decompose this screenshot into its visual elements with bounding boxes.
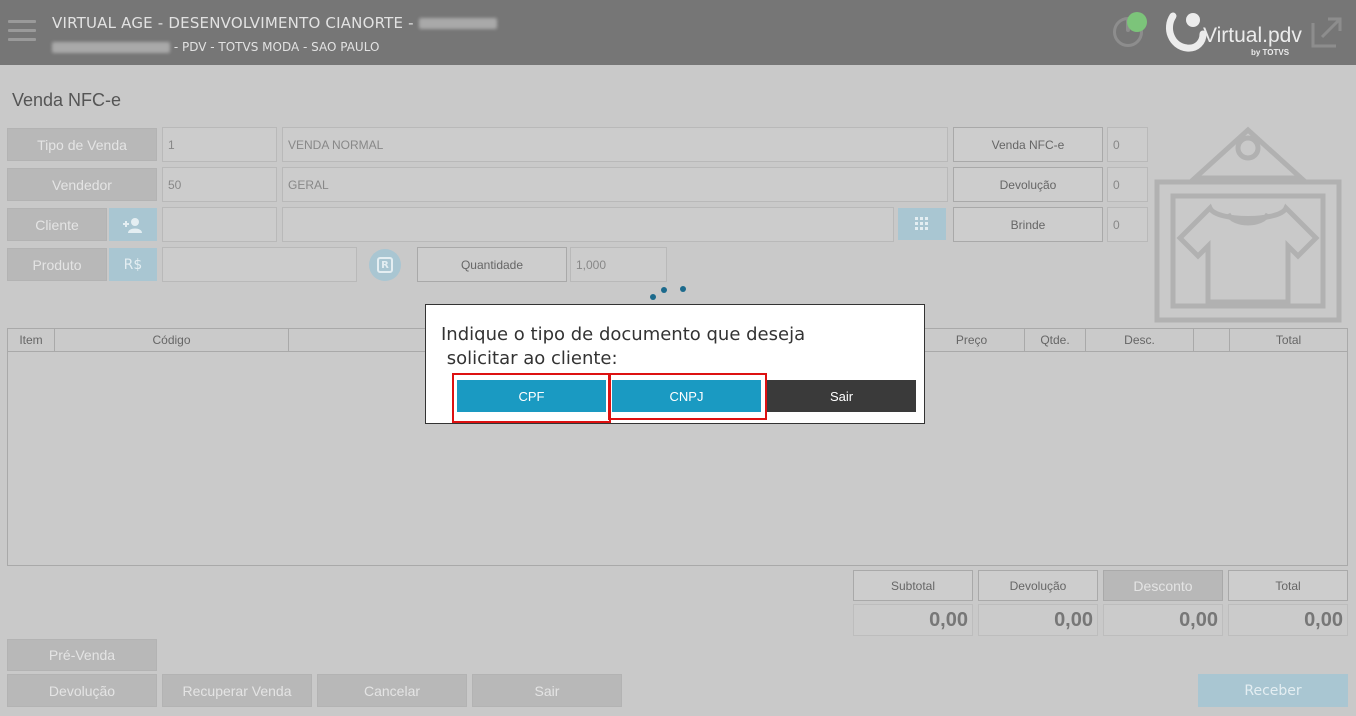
tipo-venda-button[interactable]: Tipo de Venda xyxy=(7,128,157,161)
header-subtitle-text: - PDV - TOTVS MODA - SAO PAULO xyxy=(173,40,380,54)
spinner-dot xyxy=(661,287,667,293)
subtotal-label: Subtotal xyxy=(853,570,973,601)
dialog-sair-button[interactable]: Sair xyxy=(767,380,916,412)
col-blank[interactable] xyxy=(1194,329,1230,351)
venda-nfce-count: 0 xyxy=(1107,127,1148,162)
col-desc[interactable]: Desc. xyxy=(1086,329,1194,351)
logo-by-text: by TOTVS xyxy=(1251,48,1290,57)
devolucao-button[interactable]: Devolução xyxy=(7,674,157,707)
devolucao-total-value: 0,00 xyxy=(978,604,1098,636)
quantidade-field[interactable]: 1,000 xyxy=(570,247,667,282)
add-client-button[interactable] xyxy=(109,208,157,241)
page-title: Venda NFC-e xyxy=(12,90,122,110)
col-item[interactable]: Item xyxy=(8,329,55,351)
spinner-dot xyxy=(680,286,686,292)
cliente-code-field[interactable] xyxy=(162,207,277,242)
produto-button[interactable]: Produto xyxy=(7,248,107,281)
vendedor-desc-field: GERAL xyxy=(282,167,948,202)
pre-venda-button[interactable]: Pré-Venda xyxy=(7,639,157,671)
cliente-button[interactable]: Cliente xyxy=(7,208,107,241)
document-type-dialog: Indique o tipo de documento que deseja s… xyxy=(425,304,925,424)
expand-icon[interactable] xyxy=(1310,15,1344,49)
devolucao-label: Devolução xyxy=(953,167,1103,202)
col-qtde[interactable]: Qtde. xyxy=(1025,329,1086,351)
dialog-message: Indique o tipo de documento que deseja s… xyxy=(441,324,806,369)
currency-button[interactable]: R$ xyxy=(109,248,157,281)
desconto-value: 0,00 xyxy=(1103,604,1223,636)
keypad-icon xyxy=(915,217,928,230)
redacted-text xyxy=(52,42,170,53)
header-subtitle: - PDV - TOTVS MODA - SAO PAULO xyxy=(52,40,379,54)
desconto-button[interactable]: Desconto xyxy=(1103,570,1223,601)
cliente-desc-field xyxy=(282,207,894,242)
cancelar-button[interactable]: Cancelar xyxy=(317,674,467,707)
brinde-label: Brinde xyxy=(953,207,1103,242)
col-preco[interactable]: Preço xyxy=(919,329,1025,351)
vendedor-code-field[interactable]: 50 xyxy=(162,167,277,202)
produto-field[interactable] xyxy=(162,247,357,282)
header-title-text: VIRTUAL AGE - DESENVOLVIMENTO CIANORTE - xyxy=(52,14,414,32)
logo-text: Virtual.pdv xyxy=(1203,24,1302,47)
total-label: Total xyxy=(1228,570,1348,601)
total-value: 0,00 xyxy=(1228,604,1348,636)
spinner-dot xyxy=(650,294,656,300)
venda-nfce-label: Venda NFC-e xyxy=(953,127,1103,162)
vendedor-button[interactable]: Vendedor xyxy=(7,168,157,201)
sair-button[interactable]: Sair xyxy=(472,674,622,707)
receber-button[interactable]: Receber xyxy=(1198,674,1348,707)
tipo-venda-desc-field: VENDA NORMAL xyxy=(282,127,948,162)
brinde-count: 0 xyxy=(1107,207,1148,242)
status-indicator xyxy=(1127,12,1147,32)
product-tag-icon xyxy=(1154,126,1342,323)
add-user-icon xyxy=(123,217,142,233)
subtotal-value: 0,00 xyxy=(853,604,973,636)
cpf-button[interactable]: CPF xyxy=(457,380,606,412)
cnpj-button[interactable]: CNPJ xyxy=(612,380,761,412)
redacted-text xyxy=(418,18,497,29)
devolucao-total-label: Devolução xyxy=(978,570,1098,601)
r-circle-button[interactable]: R xyxy=(369,249,401,281)
col-codigo[interactable]: Código xyxy=(55,329,289,351)
menu-icon[interactable] xyxy=(8,20,36,44)
tipo-venda-code-field[interactable]: 1 xyxy=(162,127,277,162)
r-icon: R xyxy=(377,257,393,273)
quantidade-label: Quantidade xyxy=(417,247,567,282)
header-title: VIRTUAL AGE - DESENVOLVIMENTO CIANORTE - xyxy=(52,14,497,32)
recuperar-venda-button[interactable]: Recuperar Venda xyxy=(162,674,312,707)
app-header: VIRTUAL AGE - DESENVOLVIMENTO CIANORTE -… xyxy=(0,0,1356,65)
devolucao-count: 0 xyxy=(1107,167,1148,202)
col-total[interactable]: Total xyxy=(1230,329,1347,351)
keypad-button[interactable] xyxy=(898,208,946,240)
